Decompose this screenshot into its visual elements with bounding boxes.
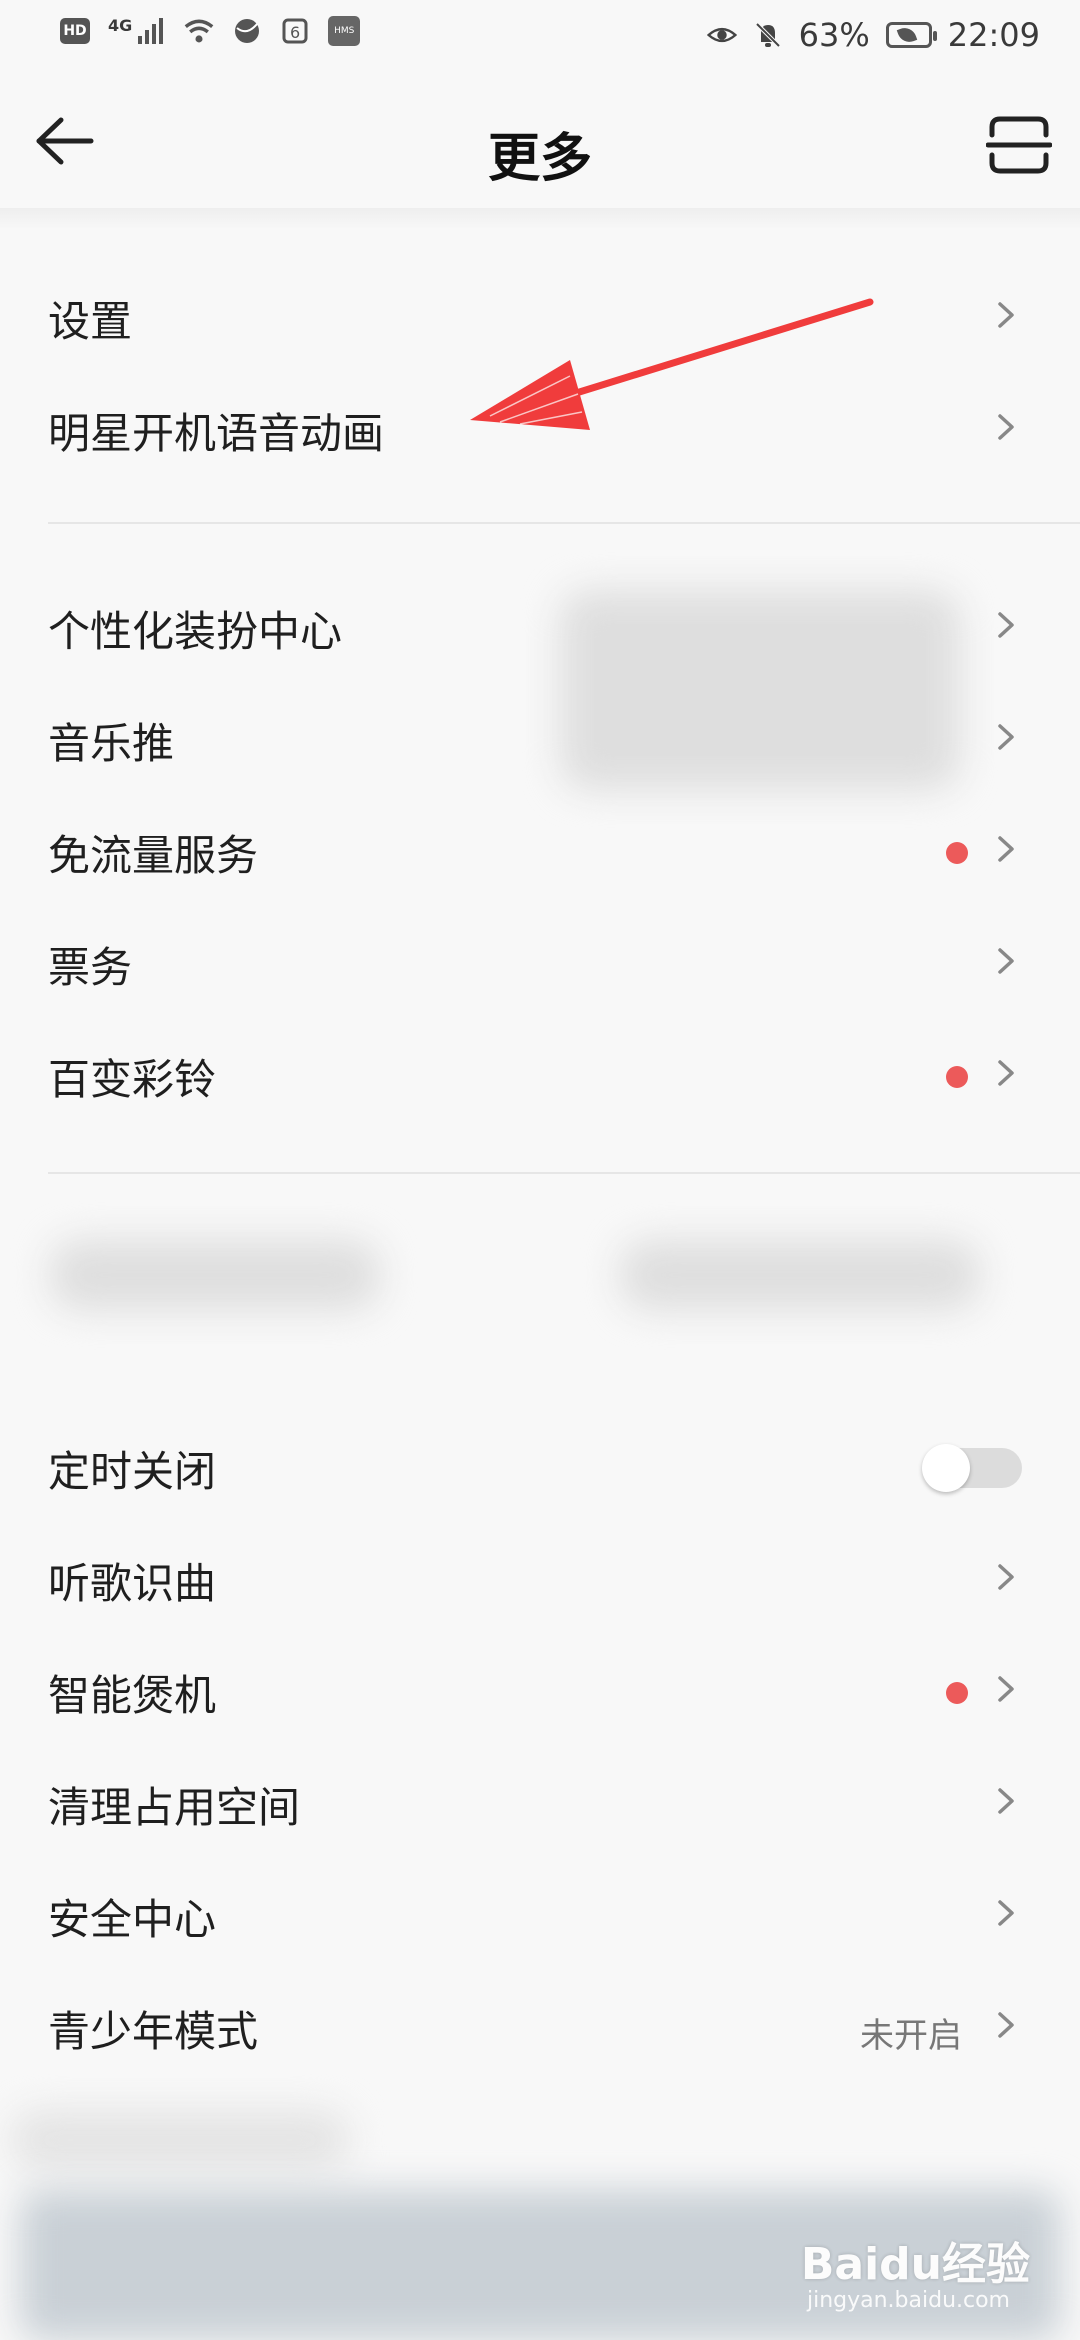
menu-item-label: 明星开机语音动画 <box>48 409 385 458</box>
scan-icon <box>986 116 1052 174</box>
blurred-content <box>10 2110 350 2170</box>
annotation-arrow-icon <box>470 298 874 430</box>
header-shadow <box>0 208 1080 230</box>
menu-item-label: 免流量服务 <box>48 831 259 880</box>
chevron-right-icon <box>998 724 1014 750</box>
menu-item-tickets[interactable]: 票务 <box>0 908 1080 1018</box>
hms-badge: HMS <box>328 16 361 46</box>
toggle-knob <box>922 1444 970 1492</box>
bell-off-icon <box>753 20 783 50</box>
status-right: 63% 22:09 <box>706 16 1040 54</box>
notification-dot <box>946 842 968 864</box>
notification-dot <box>946 1682 968 1704</box>
sleep-timer-toggle[interactable] <box>922 1444 1022 1492</box>
menu-item-clear-storage[interactable]: 清理占用空间 <box>0 1748 1080 1858</box>
menu-item-label: 听歌识曲 <box>48 1559 217 1608</box>
status-bar: HD 4G 6 HMS 63% 22:09 <box>0 0 1080 72</box>
menu-item-ringtone[interactable]: 百变彩铃 <box>0 1020 1080 1130</box>
menu-item-security-center[interactable]: 安全中心 <box>0 1860 1080 1970</box>
wifi-icon <box>184 16 214 46</box>
menu-item-free-data[interactable]: 免流量服务 <box>0 796 1080 906</box>
notification-dot <box>946 1066 968 1088</box>
menu-item-label: 票务 <box>48 943 133 992</box>
chevron-right-icon <box>998 1788 1014 1814</box>
page-title: 更多 <box>487 129 592 189</box>
menu-item-theme-center[interactable]: 个性化装扮中心 <box>0 572 1080 682</box>
menu-item-teen-mode[interactable]: 青少年模式 未开启 <box>0 1972 1080 2082</box>
network-type: 4G <box>108 15 133 35</box>
menu-item-label: 青少年模式 <box>48 2007 259 2056</box>
battery-icon <box>885 22 937 48</box>
menu-item-label: 定时关闭 <box>48 1447 217 1496</box>
chevron-right-icon <box>998 414 1014 440</box>
chevron-right-icon <box>998 1900 1014 1926</box>
chevron-right-icon <box>998 1676 1014 1702</box>
app-notification-icon: 6 <box>280 16 310 46</box>
section-divider <box>48 522 1080 524</box>
battery-percent: 63% <box>798 16 870 54</box>
globe-icon <box>232 16 262 46</box>
section-divider <box>48 1172 1080 1174</box>
watermark-site: jingyan.baidu.com <box>806 2288 1010 2313</box>
chevron-right-icon <box>998 302 1014 328</box>
chevron-right-icon <box>998 1564 1014 1590</box>
chevron-right-icon <box>998 1060 1014 1086</box>
menu-item-label: 个性化装扮中心 <box>48 607 343 656</box>
menu-item-label: 安全中心 <box>48 1895 217 1944</box>
chevron-right-icon <box>998 2012 1014 2038</box>
eye-icon <box>706 20 737 50</box>
signal-icon <box>136 16 166 46</box>
status-left: HD 4G 6 HMS <box>60 15 361 46</box>
menu-item-burn-in[interactable]: 智能煲机 <box>0 1636 1080 1746</box>
scan-button[interactable] <box>984 110 1054 180</box>
menu-item-music-promo[interactable]: 音乐推 <box>0 684 1080 794</box>
menu-item-label: 智能煲机 <box>48 1671 217 1720</box>
hd-badge: HD <box>60 18 90 44</box>
blurred-content <box>620 1240 980 1310</box>
svg-text:6: 6 <box>290 23 300 42</box>
menu-item-sleep-timer[interactable]: 定时关闭 <box>0 1412 1080 1522</box>
clock: 22:09 <box>947 16 1040 54</box>
app-header: 更多 <box>0 72 1080 212</box>
menu-item-label: 音乐推 <box>48 719 175 768</box>
menu-item-label: 百变彩铃 <box>48 1055 217 1104</box>
menu-item-label: 清理占用空间 <box>48 1783 301 1832</box>
teen-mode-status: 未开启 <box>860 2016 962 2056</box>
chevron-right-icon <box>998 612 1014 638</box>
watermark-brand: Baidu经验 <box>800 2239 1030 2290</box>
blurred-content <box>50 1240 380 1310</box>
menu-item-song-recognition[interactable]: 听歌识曲 <box>0 1524 1080 1634</box>
chevron-right-icon <box>998 836 1014 862</box>
chevron-right-icon <box>998 948 1014 974</box>
menu-item-label: 设置 <box>48 297 133 346</box>
